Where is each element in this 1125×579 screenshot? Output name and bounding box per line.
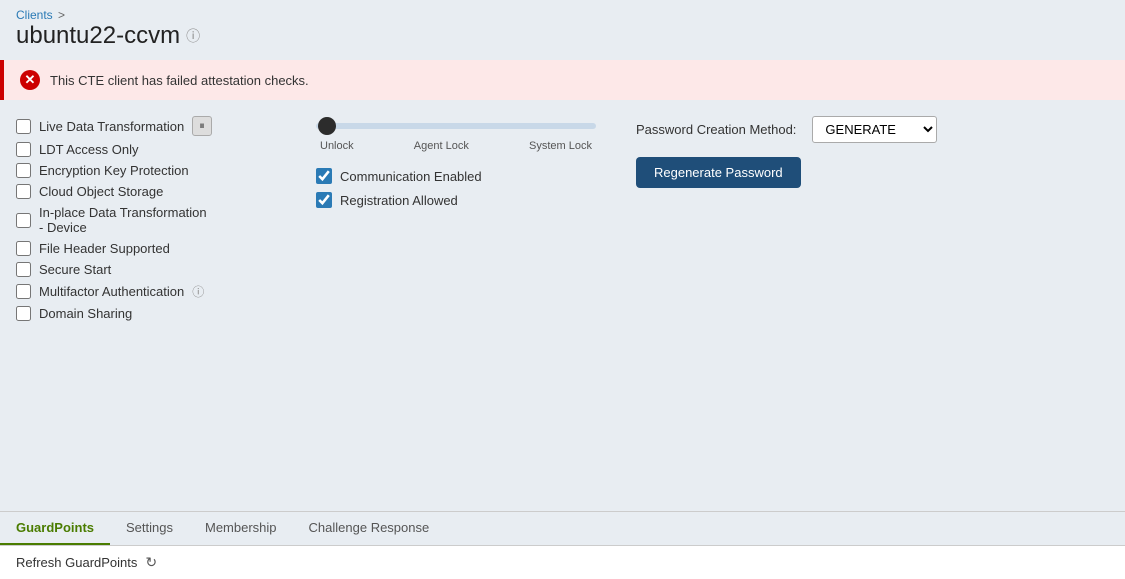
checkbox-label-secure-start: Secure Start (39, 262, 111, 277)
regenerate-password-button[interactable]: Regenerate Password (636, 157, 801, 188)
password-method-label: Password Creation Method: (636, 122, 796, 137)
pause-button-ldt[interactable]: ⏸ (192, 116, 212, 136)
slider-track-wrap (316, 116, 596, 136)
checkbox-row-inplace: In-place Data Transformation- Device (16, 205, 276, 235)
checkbox-row-cloud: Cloud Object Storage (16, 184, 276, 199)
label-comm-enabled: Communication Enabled (340, 169, 482, 184)
breadcrumb-chevron: > (58, 8, 65, 22)
checkbox-row-enc-key: Encryption Key Protection (16, 163, 276, 178)
middle-col: Unlock Agent Lock System Lock Communicat… (316, 116, 596, 321)
reg-allowed-row: Registration Allowed (316, 192, 596, 208)
tabs-row: GuardPoints Settings Membership Challeng… (0, 512, 1125, 546)
tab-footer: Refresh GuardPoints ↻ (0, 546, 1125, 579)
refresh-guardpoints-label: Refresh GuardPoints (16, 555, 137, 570)
checkbox-label-mfa: Multifactor Authentication (39, 284, 184, 299)
left-checkboxes-col: Live Data Transformation ⏸ LDT Access On… (16, 116, 276, 321)
checkbox-row-domain: Domain Sharing (16, 306, 276, 321)
right-col: Password Creation Method: GENERATE MANUA… (636, 116, 937, 321)
checkbox-label-ldt-access: LDT Access Only (39, 142, 138, 157)
alert-bar: ✕ This CTE client has failed attestation… (0, 60, 1125, 100)
checkbox-label-enc-key: Encryption Key Protection (39, 163, 189, 178)
checkbox-label-ldt: Live Data Transformation (39, 119, 184, 134)
tab-settings[interactable]: Settings (110, 512, 189, 545)
checkbox-file-header[interactable] (16, 241, 31, 256)
slider-labels: Unlock Agent Lock System Lock (316, 140, 596, 152)
checkbox-label-filehdr: File Header Supported (39, 241, 170, 256)
checkbox-row-filehdr: File Header Supported (16, 241, 276, 256)
slider-track (316, 123, 596, 129)
slider-thumb[interactable] (318, 117, 336, 135)
checkbox-comm-enabled[interactable] (316, 168, 332, 184)
slider-label-system: System Lock (529, 140, 592, 152)
checkbox-row-secure-start: Secure Start (16, 262, 276, 277)
checkbox-label-domain: Domain Sharing (39, 306, 132, 321)
slider-label-unlock: Unlock (320, 140, 354, 152)
checkbox-label-cloud: Cloud Object Storage (39, 184, 163, 199)
checkbox-row-ldt: Live Data Transformation ⏸ (16, 116, 276, 136)
mfa-info-icon[interactable]: ⓘ (192, 283, 204, 300)
checkbox-reg-allowed[interactable] (316, 192, 332, 208)
password-method-select[interactable]: GENERATE MANUAL (812, 116, 937, 143)
tab-guardpoints[interactable]: GuardPoints (0, 512, 110, 545)
checkbox-label-inplace: In-place Data Transformation- Device (39, 205, 207, 235)
slider-label-agent: Agent Lock (414, 140, 469, 152)
comm-enabled-row: Communication Enabled (316, 168, 596, 184)
breadcrumb-clients[interactable]: Clients (16, 8, 53, 22)
refresh-icon[interactable]: ↻ (145, 554, 157, 571)
checkbox-inplace-data[interactable] (16, 213, 31, 228)
breadcrumb[interactable]: Clients > (16, 8, 1109, 22)
checkbox-row-ldt-access: LDT Access Only (16, 142, 276, 157)
alert-error-icon: ✕ (20, 70, 40, 90)
tab-challenge-response[interactable]: Challenge Response (293, 512, 446, 545)
page-info-icon[interactable]: ⓘ (186, 26, 200, 46)
main-content: Live Data Transformation ⏸ LDT Access On… (0, 100, 1125, 321)
checkbox-domain-sharing[interactable] (16, 306, 31, 321)
checkbox-ldt[interactable] (16, 119, 31, 134)
bottom-tabs-area: GuardPoints Settings Membership Challeng… (0, 511, 1125, 579)
label-reg-allowed: Registration Allowed (340, 193, 458, 208)
tab-membership[interactable]: Membership (189, 512, 293, 545)
checkbox-enc-key[interactable] (16, 163, 31, 178)
checkbox-ldt-access[interactable] (16, 142, 31, 157)
password-method-row: Password Creation Method: GENERATE MANUA… (636, 116, 937, 143)
checkbox-secure-start[interactable] (16, 262, 31, 277)
page-title: ubuntu22-ccvm ⓘ (16, 22, 1109, 50)
page-title-text: ubuntu22-ccvm (16, 22, 180, 50)
mid-checkboxes: Communication Enabled Registration Allow… (316, 168, 596, 208)
header: Clients > ubuntu22-ccvm ⓘ (0, 0, 1125, 60)
checkbox-row-mfa: Multifactor Authentication ⓘ (16, 283, 276, 300)
checkbox-cloud-object-storage[interactable] (16, 184, 31, 199)
checkbox-mfa[interactable] (16, 284, 31, 299)
alert-message: This CTE client has failed attestation c… (50, 73, 309, 88)
lock-slider-container: Unlock Agent Lock System Lock (316, 116, 596, 152)
